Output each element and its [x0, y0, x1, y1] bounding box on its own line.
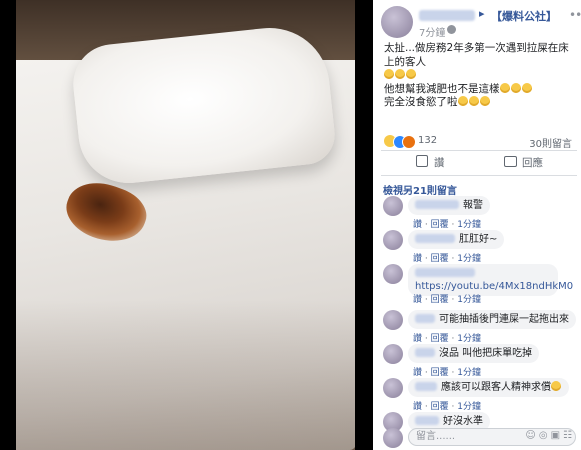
post-line: 他想幫我減肥也不是這樣 [384, 82, 578, 97]
comment-meta: 讚 · 回覆 · 1分鐘 [413, 368, 481, 378]
post-text: 太扯...做房務2年多第一次遇到拉屎在床上的客人 他想幫我減肥也不是這樣 完全沒… [384, 42, 578, 110]
avatar[interactable] [383, 196, 403, 216]
reaction-count[interactable]: 132 [418, 135, 437, 146]
comment-button[interactable]: 回應 [504, 155, 543, 170]
avatar[interactable] [383, 344, 403, 364]
like-button[interactable]: 讚 [416, 155, 445, 170]
author-avatar[interactable] [381, 6, 413, 38]
comment-meta: 讚 · 回覆 · 1分鐘 [413, 402, 481, 412]
comment-meta: 讚 · 回覆 · 1分鐘 [413, 220, 481, 230]
photo-shadow [16, 300, 355, 450]
reactions-bar[interactable]: 132 30則留言 [384, 135, 572, 150]
avatar [383, 428, 403, 448]
arrow-right-icon: ▸ [479, 7, 485, 20]
avatar[interactable] [383, 378, 403, 398]
composer-icons[interactable]: ☺◎▣☷ [525, 430, 575, 441]
photo-viewer [0, 0, 373, 450]
post-line: 太扯...做房務2年多第一次遇到拉屎在床上的客人 [384, 42, 569, 68]
more-icon[interactable]: ••• [569, 8, 581, 22]
avatar[interactable] [383, 310, 403, 330]
comment-icon [504, 156, 517, 167]
divider [381, 175, 577, 176]
comment-bubble: 沒品 叫他把床單吃掉 [408, 344, 540, 363]
comment-meta: 讚 · 回覆 · 1分鐘 [413, 295, 481, 305]
angry-reaction-icon [402, 135, 416, 149]
comment-bubble: 報警 [408, 196, 490, 215]
avatar[interactable] [383, 264, 403, 284]
post-photo[interactable] [16, 0, 355, 450]
comment-bubble: 可能抽插後門連屎一起拖出來 [408, 310, 576, 329]
comment-bubble: 應該可以跟客人精神求償 [408, 378, 569, 397]
comment-bubble: 肛肛好~ [408, 230, 505, 249]
globe-icon [447, 25, 456, 34]
divider [381, 150, 577, 151]
like-icon [416, 155, 428, 167]
post-panel: ▸ 【爆料公社】 7分鐘 ••• 太扯...做房務2年多第一次遇到拉屎在床上的客… [373, 0, 581, 450]
author-name-blurred[interactable] [419, 10, 475, 21]
avatar[interactable] [383, 230, 403, 250]
post-line: 完全沒食慾了啦 [384, 96, 578, 110]
comment-meta: 讚 · 回覆 · 1分鐘 [413, 334, 481, 344]
post-time[interactable]: 7分鐘 [419, 24, 445, 39]
comment-link[interactable]: https://youtu.be/4Mx18ndHkM0 [415, 281, 573, 292]
comment-meta: 讚 · 回覆 · 1分鐘 [413, 254, 481, 264]
photo-pillow [69, 22, 338, 188]
comment-composer: 留言...... ☺◎▣☷ [383, 428, 579, 448]
post-actions: 讚 回應 [381, 153, 577, 173]
comment-count[interactable]: 30則留言 [529, 135, 572, 150]
page-name[interactable]: 【爆料公社】 [491, 8, 557, 24]
emoji-row [384, 69, 578, 83]
post-header: ▸ 【爆料公社】 7分鐘 ••• [381, 6, 581, 39]
view-more-comments[interactable]: 檢視另21則留言 [383, 182, 457, 197]
